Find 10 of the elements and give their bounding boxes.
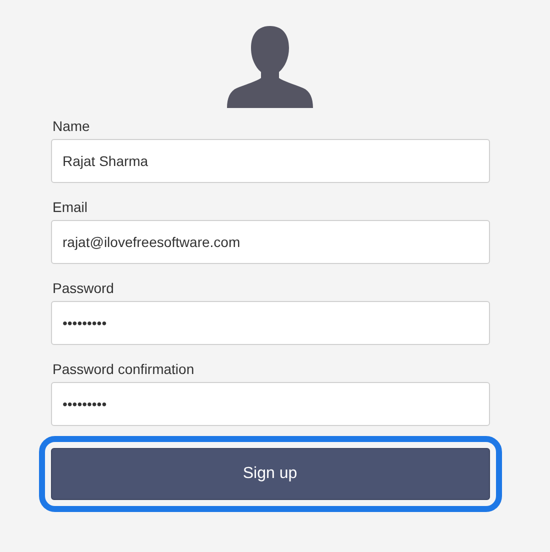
input-field[interactable]: ••••••••• — [50, 382, 490, 426]
input-field[interactable]: rajat@ilovefreesoftware.com — [50, 220, 490, 264]
sign-up-button[interactable]: Sign up — [50, 448, 490, 500]
user-avatar-icon — [226, 24, 314, 108]
input-field[interactable]: Rajat Sharma — [50, 139, 490, 183]
field-label: Name — [52, 118, 91, 135]
field-label: Password confirmation — [52, 361, 196, 378]
input-field[interactable]: ••••••••• — [50, 301, 490, 345]
field-label: Password — [52, 280, 115, 297]
field-label: Email — [52, 199, 89, 216]
